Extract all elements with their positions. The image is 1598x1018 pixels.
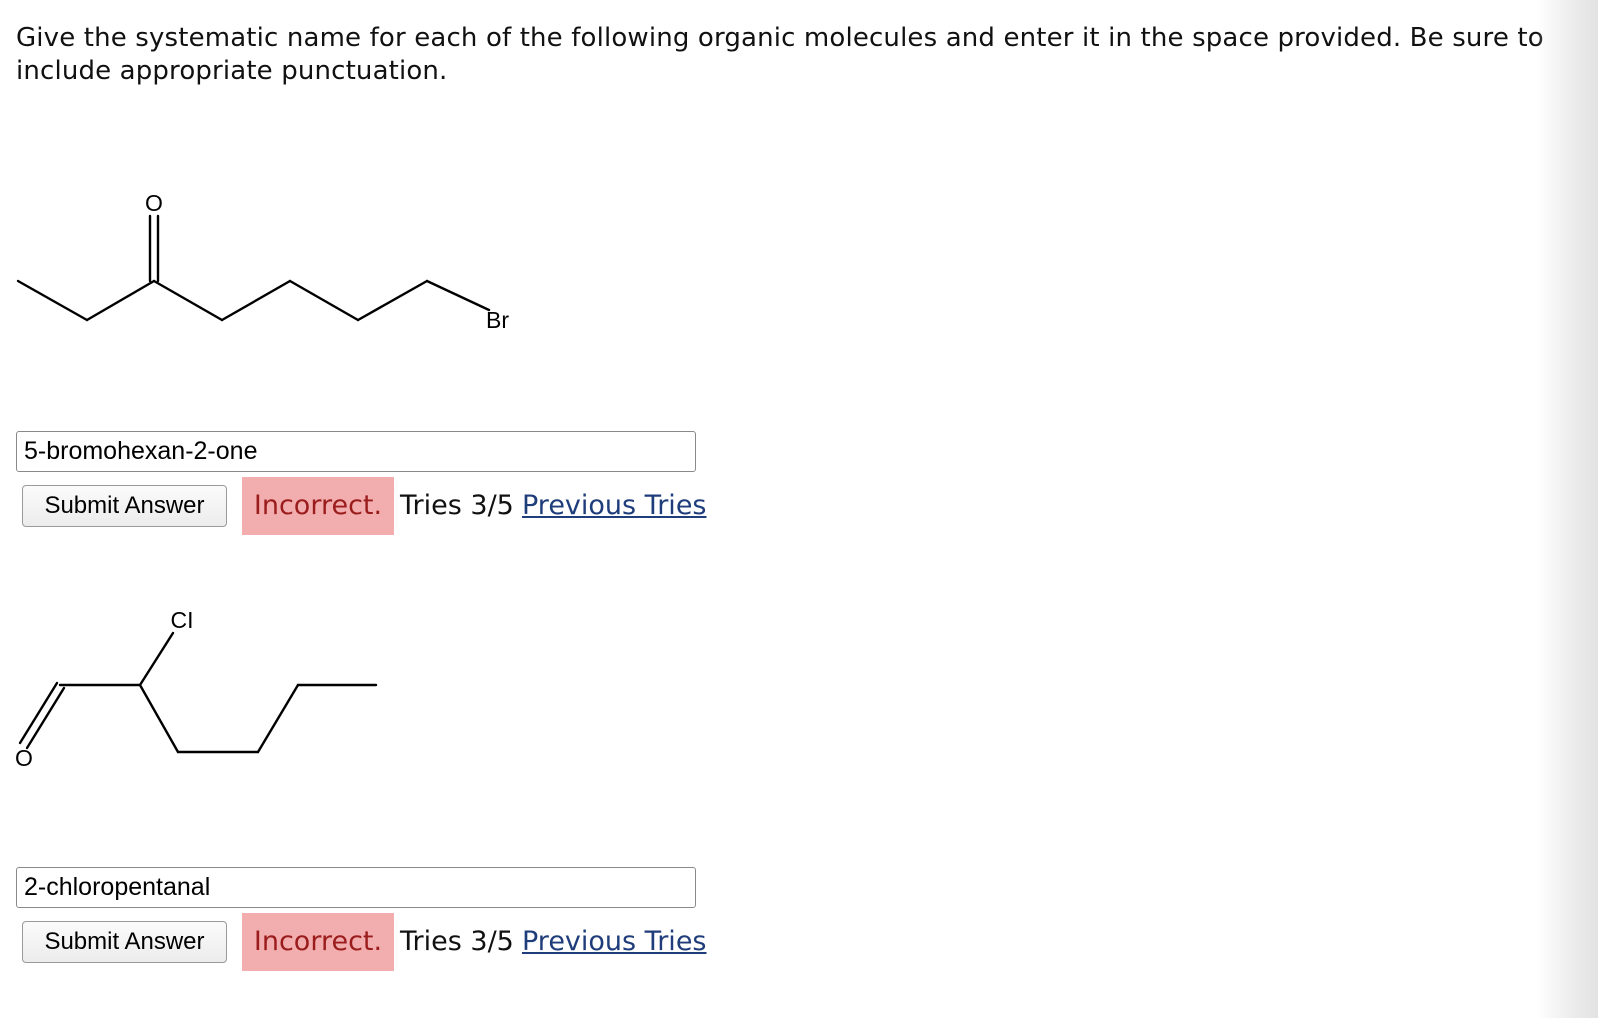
bond (220, 279, 292, 322)
incorrect-feedback-badge-2: Incorrect. (242, 913, 394, 971)
bond (152, 279, 224, 322)
bond (138, 683, 180, 754)
answer-input-2[interactable] (16, 867, 696, 908)
oxygen-atom-label: O (15, 745, 33, 771)
bond (256, 683, 300, 754)
tries-count-2: Tries 3/5 (400, 926, 514, 957)
submit-answer-button-2[interactable]: Submit Answer (22, 921, 227, 963)
bond (138, 631, 175, 687)
page-edge-shadow (1536, 0, 1598, 1018)
molecule-structure-1: O Br (16, 190, 509, 333)
bond (16, 279, 89, 322)
chlorine-atom-label: CI (171, 607, 194, 633)
previous-tries-link-1[interactable]: Previous Tries (522, 477, 707, 535)
bond (85, 279, 156, 322)
question-instructions: Give the systematic name for each of the… (16, 23, 1544, 86)
bond (25, 686, 66, 750)
incorrect-feedback-badge-1: Incorrect. (242, 477, 394, 535)
oxygen-atom-label: O (145, 190, 163, 216)
bond (288, 279, 360, 322)
bond (425, 279, 491, 312)
submit-answer-button-1[interactable]: Submit Answer (22, 485, 227, 527)
tries-count-1: Tries 3/5 (400, 490, 514, 521)
previous-tries-link-2[interactable]: Previous Tries (522, 913, 707, 971)
bond (18, 681, 59, 745)
molecule-structure-2: CI O (15, 607, 378, 771)
bond (356, 279, 429, 322)
answer-input-1[interactable] (16, 431, 696, 472)
bromine-atom-label: Br (486, 307, 509, 333)
